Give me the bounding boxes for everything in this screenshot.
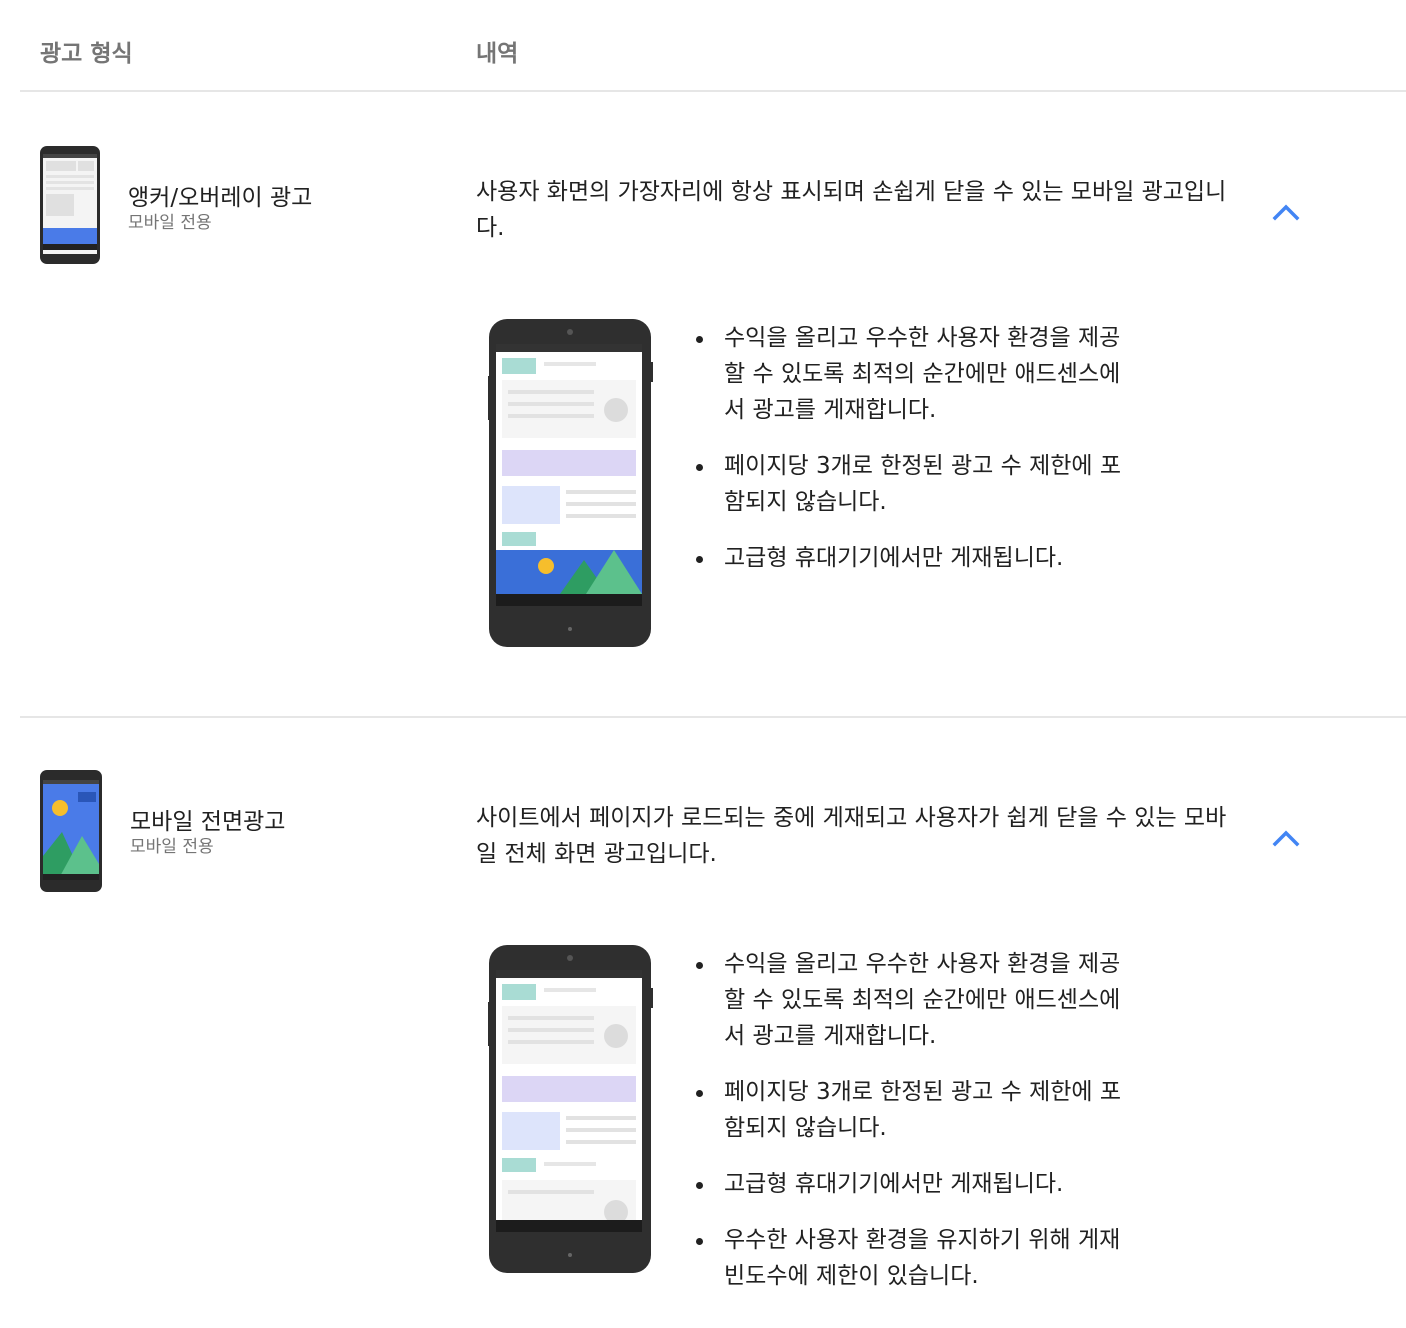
list-item: 페이지당 3개로 한정된 광고 수 제한에 포함되지 않습니다. — [692, 1074, 1132, 1146]
format-row-interstitial: 모바일 전면광고 모바일 전용 사이트에서 페이지가 로드되는 중에 게재되고 … — [20, 718, 1406, 1328]
format-description: 사이트에서 페이지가 로드되는 중에 게재되고 사용자가 쉽게 닫을 수 있는 … — [476, 805, 1227, 867]
interstitial-ad-thumbnail-icon — [40, 770, 102, 892]
format-row-anchor: 앵커/오버레이 광고 모바일 전용 사용자 화면의 가장자리에 항상 표시되며 … — [20, 92, 1406, 718]
interstitial-ad-phone-illustration — [488, 945, 653, 1273]
column-header-format: 광고 형식 — [40, 41, 133, 67]
list-item: 고급형 휴대기기에서만 게재됩니다. — [692, 540, 1132, 576]
format-subtitle: 모바일 전용 — [128, 213, 212, 233]
chevron-up-icon[interactable] — [1268, 820, 1304, 856]
list-item: 페이지당 3개로 한정된 광고 수 제한에 포함되지 않습니다. — [692, 448, 1132, 520]
list-item: 고급형 휴대기기에서만 게재됩니다. — [692, 1166, 1132, 1202]
list-item: 우수한 사용자 환경을 유지하기 위해 게재 빈도수에 제한이 있습니다. — [692, 1222, 1132, 1294]
format-name: 모바일 전면광고 — [130, 809, 286, 835]
column-header-details: 내역 — [476, 41, 519, 67]
benefit-list: 수익을 올리고 우수한 사용자 환경을 제공할 수 있도록 최적의 순간에만 애… — [692, 320, 1132, 596]
list-item: 수익을 올리고 우수한 사용자 환경을 제공할 수 있도록 최적의 순간에만 애… — [692, 320, 1132, 428]
benefit-list: 수익을 올리고 우수한 사용자 환경을 제공할 수 있도록 최적의 순간에만 애… — [692, 946, 1132, 1314]
anchor-ad-thumbnail-icon — [40, 146, 100, 264]
anchor-ad-phone-illustration — [488, 319, 653, 647]
table-header: 광고 형식 내역 — [20, 0, 1406, 92]
chevron-up-icon[interactable] — [1268, 194, 1304, 230]
format-description: 사용자 화면의 가장자리에 항상 표시되며 손쉽게 닫을 수 있는 모바일 광고… — [476, 179, 1227, 241]
format-subtitle: 모바일 전용 — [130, 837, 214, 857]
list-item: 수익을 올리고 우수한 사용자 환경을 제공할 수 있도록 최적의 순간에만 애… — [692, 946, 1132, 1054]
format-name: 앵커/오버레이 광고 — [128, 185, 313, 211]
